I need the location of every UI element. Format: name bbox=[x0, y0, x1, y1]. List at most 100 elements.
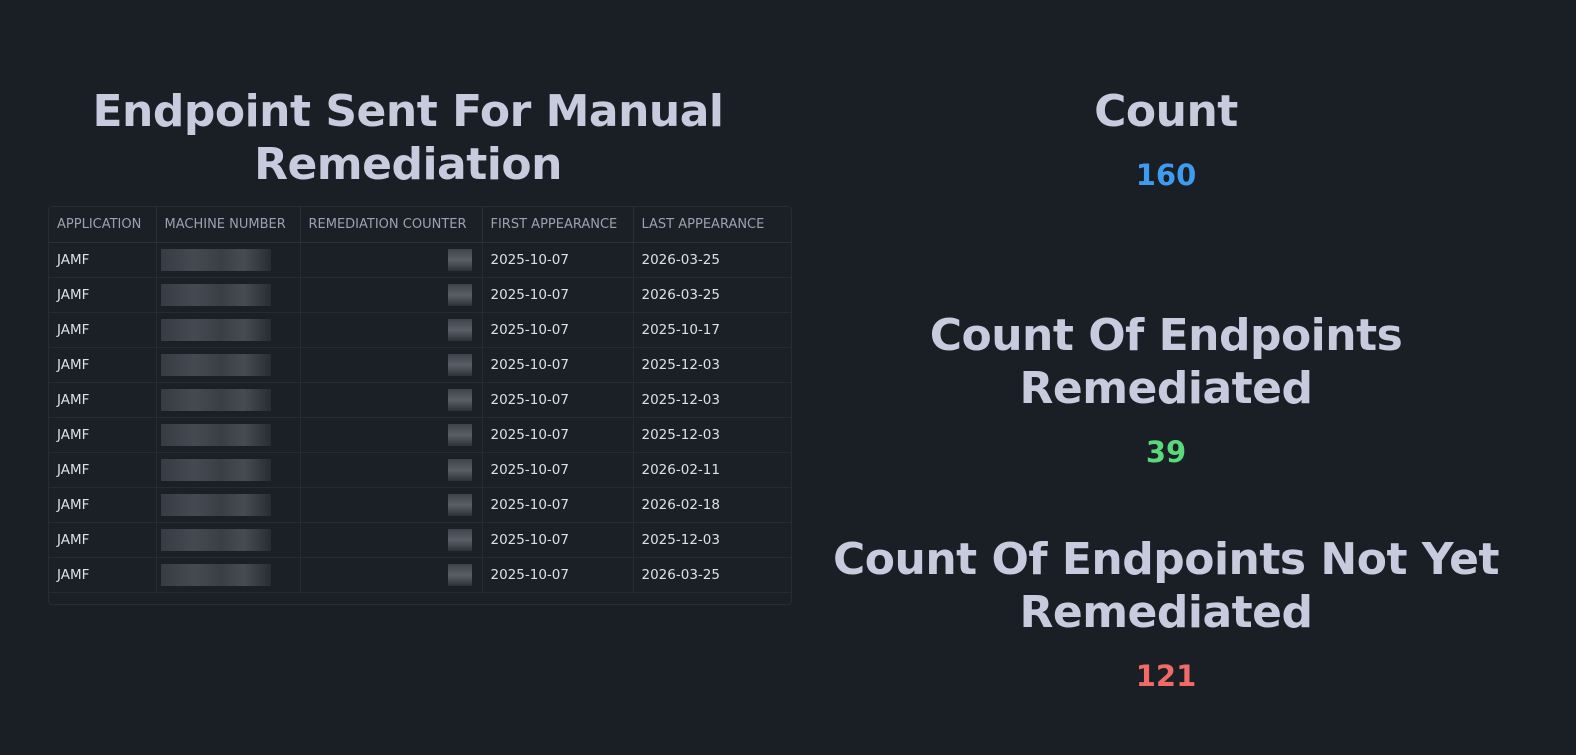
redacted-block bbox=[447, 459, 472, 481]
cell-first-appearance: 2025-10-07 bbox=[482, 487, 634, 523]
cell-machine-number-redacted bbox=[156, 312, 301, 348]
cell-last-appearance: 2026-03-25 bbox=[633, 277, 791, 313]
cell-remediation-counter-redacted bbox=[300, 487, 483, 523]
cell-first-appearance: 2025-10-07 bbox=[482, 522, 634, 558]
table-row[interactable]: JAMF 2025-10-07 2026-02-18 bbox=[49, 487, 791, 523]
table-header-row: APPLICATION MACHINE NUMBER REMEDIATION C… bbox=[49, 207, 791, 243]
remediated-value: 39 bbox=[1145, 435, 1187, 469]
cell-application: JAMF bbox=[49, 452, 157, 488]
table-row[interactable]: JAMF 2025-10-07 2025-12-03 bbox=[49, 417, 791, 453]
table-row[interactable]: JAMF 2025-10-07 2025-12-03 bbox=[49, 522, 791, 558]
redacted-block bbox=[447, 424, 472, 446]
redacted-block bbox=[160, 354, 271, 376]
count-stat: Count 160 bbox=[810, 85, 1522, 192]
cell-application: JAMF bbox=[49, 522, 157, 558]
redacted-block bbox=[447, 319, 472, 341]
cell-remediation-counter-redacted bbox=[300, 347, 483, 383]
redacted-block bbox=[447, 494, 472, 516]
table-row[interactable]: JAMF 2025-10-07 2026-03-25 bbox=[49, 242, 791, 278]
redacted-block bbox=[160, 284, 271, 306]
cell-last-appearance: 2025-12-03 bbox=[633, 347, 791, 383]
cell-machine-number-redacted bbox=[156, 557, 301, 593]
cell-application: JAMF bbox=[49, 557, 157, 593]
cell-remediation-counter-redacted bbox=[300, 452, 483, 488]
redacted-block bbox=[447, 354, 472, 376]
redacted-block bbox=[160, 459, 271, 481]
remediation-table: APPLICATION MACHINE NUMBER REMEDIATION C… bbox=[49, 207, 791, 593]
column-header-last-appearance[interactable]: LAST APPEARANCE bbox=[633, 207, 791, 243]
cell-remediation-counter-redacted bbox=[300, 312, 483, 348]
column-header-machine-number[interactable]: MACHINE NUMBER bbox=[156, 207, 301, 243]
cell-machine-number-redacted bbox=[156, 452, 301, 488]
column-header-remediation-counter[interactable]: REMEDIATION COUNTER bbox=[300, 207, 483, 243]
remediated-stat: Count Of Endpoints Remediated 39 bbox=[810, 309, 1522, 469]
redacted-block bbox=[447, 564, 472, 586]
cell-application: JAMF bbox=[49, 417, 157, 453]
table-row[interactable]: JAMF 2025-10-07 2026-02-11 bbox=[49, 452, 791, 488]
cell-last-appearance: 2026-03-25 bbox=[633, 242, 791, 278]
count-title: Count bbox=[1094, 86, 1238, 137]
table-row[interactable]: JAMF 2025-10-07 2026-03-25 bbox=[49, 557, 791, 593]
cell-remediation-counter-redacted bbox=[300, 277, 483, 313]
cell-last-appearance: 2025-12-03 bbox=[633, 417, 791, 453]
cell-application: JAMF bbox=[49, 312, 157, 348]
table-row[interactable]: JAMF 2025-10-07 2025-12-03 bbox=[49, 382, 791, 418]
redacted-block bbox=[447, 529, 472, 551]
cell-machine-number-redacted bbox=[156, 417, 301, 453]
cell-machine-number-redacted bbox=[156, 347, 301, 383]
redacted-block bbox=[447, 389, 472, 411]
cell-first-appearance: 2025-10-07 bbox=[482, 452, 634, 488]
column-header-first-appearance[interactable]: FIRST APPEARANCE bbox=[482, 207, 634, 243]
column-header-application[interactable]: APPLICATION bbox=[49, 207, 157, 243]
cell-remediation-counter-redacted bbox=[300, 242, 483, 278]
cell-first-appearance: 2025-10-07 bbox=[482, 347, 634, 383]
not-remediated-value: 121 bbox=[1135, 659, 1197, 693]
cell-machine-number-redacted bbox=[156, 382, 301, 418]
table-row[interactable]: JAMF 2025-10-07 2026-03-25 bbox=[49, 277, 791, 313]
cell-first-appearance: 2025-10-07 bbox=[482, 382, 634, 418]
redacted-block bbox=[160, 319, 271, 341]
redacted-block bbox=[160, 424, 271, 446]
cell-last-appearance: 2026-02-18 bbox=[633, 487, 791, 523]
count-value: 160 bbox=[1135, 158, 1197, 192]
dashboard: Endpoint Sent For Manual Remediation APP… bbox=[0, 0, 1576, 755]
cell-machine-number-redacted bbox=[156, 277, 301, 313]
cell-application: JAMF bbox=[49, 487, 157, 523]
panel-title: Endpoint Sent For Manual Remediation bbox=[92, 86, 724, 190]
cell-first-appearance: 2025-10-07 bbox=[482, 417, 634, 453]
table-row[interactable]: JAMF 2025-10-07 2025-12-03 bbox=[49, 347, 791, 383]
not-remediated-title: Count Of Endpoints Not Yet Remediated bbox=[832, 534, 1500, 638]
cell-first-appearance: 2025-10-07 bbox=[482, 312, 634, 348]
redacted-block bbox=[160, 249, 271, 271]
redacted-block bbox=[447, 249, 472, 271]
cell-first-appearance: 2025-10-07 bbox=[482, 557, 634, 593]
remediated-title: Count Of Endpoints Remediated bbox=[929, 310, 1403, 414]
cell-application: JAMF bbox=[49, 277, 157, 313]
redacted-block bbox=[160, 529, 271, 551]
redacted-block bbox=[160, 564, 271, 586]
manual-remediation-panel: Endpoint Sent For Manual Remediation APP… bbox=[48, 85, 792, 605]
cell-first-appearance: 2025-10-07 bbox=[482, 277, 634, 313]
cell-machine-number-redacted bbox=[156, 487, 301, 523]
cell-remediation-counter-redacted bbox=[300, 557, 483, 593]
not-remediated-stat: Count Of Endpoints Not Yet Remediated 12… bbox=[810, 533, 1522, 693]
cell-last-appearance: 2025-10-17 bbox=[633, 312, 791, 348]
cell-remediation-counter-redacted bbox=[300, 522, 483, 558]
cell-last-appearance: 2026-03-25 bbox=[633, 557, 791, 593]
cell-last-appearance: 2025-12-03 bbox=[633, 382, 791, 418]
cell-last-appearance: 2025-12-03 bbox=[633, 522, 791, 558]
cell-application: JAMF bbox=[49, 242, 157, 278]
redacted-block bbox=[160, 494, 271, 516]
remediation-table-container[interactable]: APPLICATION MACHINE NUMBER REMEDIATION C… bbox=[48, 206, 792, 605]
cell-application: JAMF bbox=[49, 382, 157, 418]
cell-first-appearance: 2025-10-07 bbox=[482, 242, 634, 278]
redacted-block bbox=[447, 284, 472, 306]
table-row[interactable]: JAMF 2025-10-07 2025-10-17 bbox=[49, 312, 791, 348]
cell-remediation-counter-redacted bbox=[300, 417, 483, 453]
table-body: JAMF 2025-10-07 2026-03-25 JAMF 2025-10-07 20… bbox=[49, 242, 791, 593]
cell-application: JAMF bbox=[49, 347, 157, 383]
cell-machine-number-redacted bbox=[156, 242, 301, 278]
redacted-block bbox=[160, 389, 271, 411]
cell-last-appearance: 2026-02-11 bbox=[633, 452, 791, 488]
cell-machine-number-redacted bbox=[156, 522, 301, 558]
